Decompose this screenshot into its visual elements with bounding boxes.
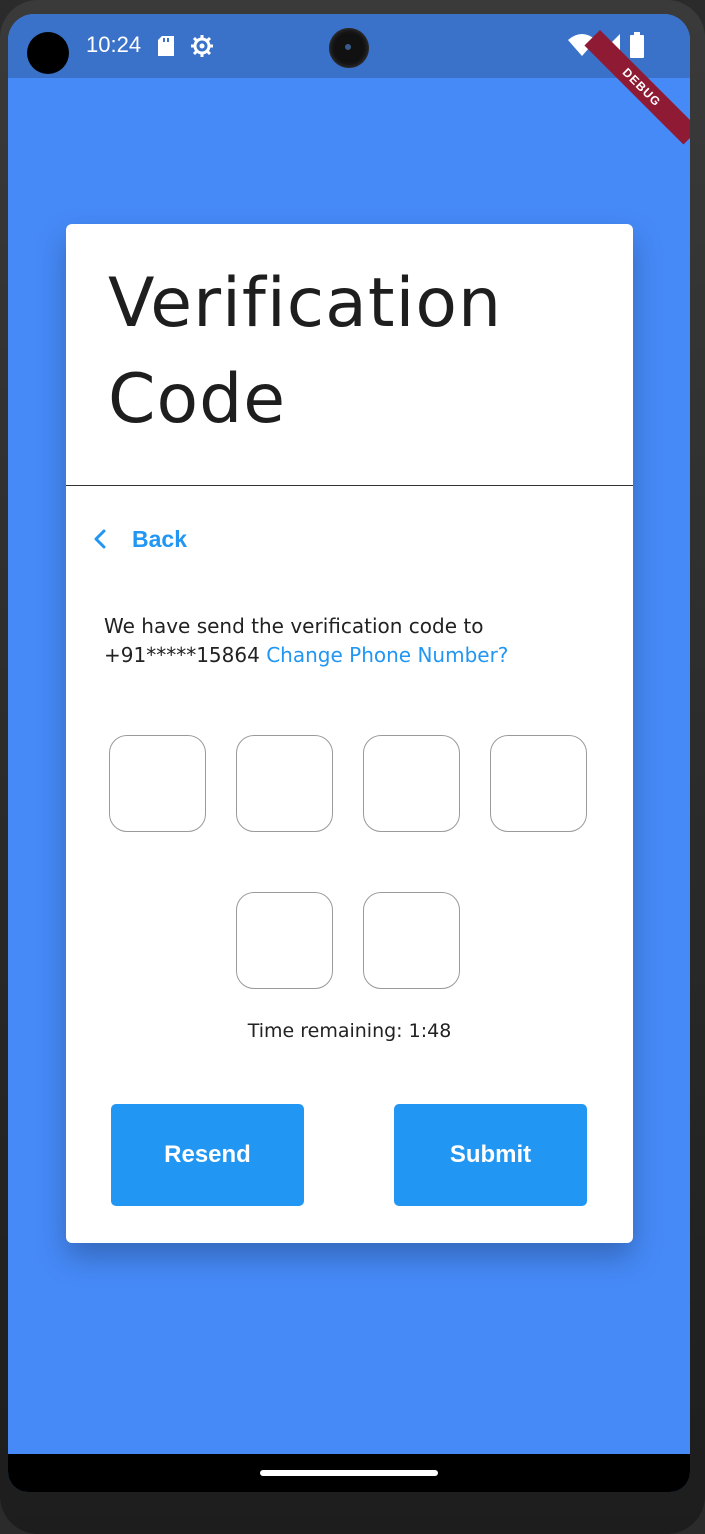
otp-digit-2[interactable]	[236, 735, 333, 832]
otp-digit-6[interactable]	[363, 892, 460, 989]
navigation-bar	[8, 1454, 690, 1492]
gear-icon	[191, 35, 213, 57]
resend-button[interactable]: Resend	[111, 1104, 304, 1206]
phone-frame: 10:24 DEBUG Verification Code Back We ha…	[0, 0, 705, 1534]
page-title: Verification Code	[108, 256, 588, 448]
change-phone-link[interactable]: Change Phone Number?	[266, 643, 508, 667]
back-label: Back	[132, 525, 187, 552]
chevron-left-icon	[94, 529, 106, 549]
status-time: 10:24	[86, 32, 142, 57]
verification-card: Verification Code Back We have send the …	[66, 224, 633, 1243]
otp-digit-3[interactable]	[363, 735, 460, 832]
title-line-1: Verification	[108, 264, 503, 343]
sd-card-icon	[158, 36, 174, 56]
otp-digit-1[interactable]	[109, 735, 206, 832]
back-button[interactable]: Back	[90, 522, 187, 556]
status-bar: 10:24 DEBUG	[8, 14, 690, 145]
center-camera-icon	[329, 28, 369, 68]
title-line-2: Code	[108, 360, 287, 439]
verification-message: We have send the verification code to +9…	[104, 612, 584, 670]
otp-digit-4[interactable]	[490, 735, 587, 832]
app-screen: 10:24 DEBUG Verification Code Back We ha…	[8, 14, 690, 1492]
time-remaining: Time remaining: 1:48	[247, 1020, 452, 1042]
home-indicator[interactable]	[260, 1470, 438, 1476]
front-camera-cutout	[27, 32, 69, 74]
title-divider	[66, 485, 633, 486]
submit-button[interactable]: Submit	[394, 1104, 587, 1206]
otp-digit-5[interactable]	[236, 892, 333, 989]
battery-icon	[630, 32, 644, 58]
